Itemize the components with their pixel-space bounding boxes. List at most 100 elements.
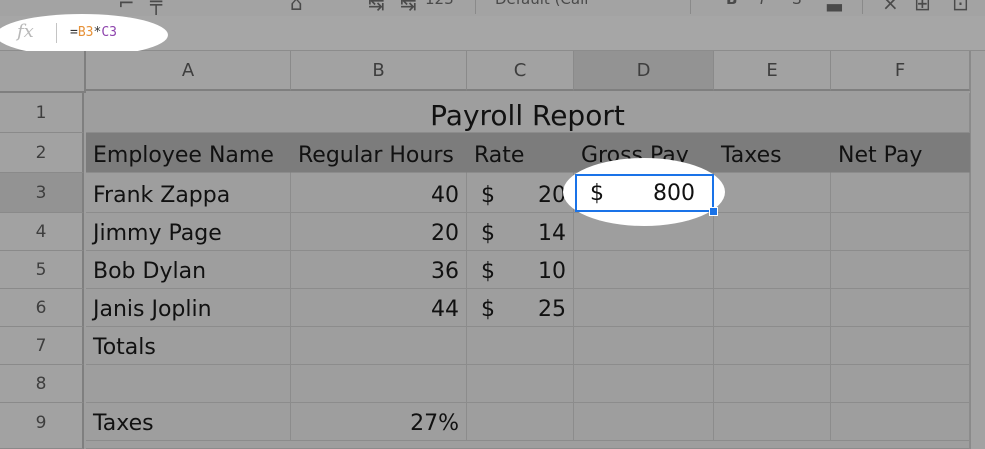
cell-b2[interactable]: Regular Hours <box>291 133 467 173</box>
header-taxes: Taxes <box>721 143 782 168</box>
text-color-icon[interactable]: ▬ <box>825 0 844 16</box>
cell-f3[interactable] <box>831 173 970 213</box>
row-header-4[interactable]: 4 <box>0 213 84 251</box>
percent-icon[interactable]: ⌂ <box>290 0 303 15</box>
cell-e9[interactable] <box>714 403 831 441</box>
borders-icon[interactable]: ⊞ <box>914 0 931 15</box>
rate-currency: $ <box>481 297 495 322</box>
rate-currency: $ <box>481 183 495 208</box>
column-header-b[interactable]: B <box>291 51 467 91</box>
toolbar: ⌐ ╤ ⌂ ˇ ↹ ↹ 123 Default (Cali B I S ▬ × … <box>0 0 985 16</box>
column-header-d[interactable]: D <box>574 51 714 91</box>
cell-a5[interactable]: Bob Dylan <box>86 251 291 289</box>
cell-b9[interactable]: 27% <box>291 403 467 441</box>
regular-hours: 40 <box>431 183 459 208</box>
cell-d5[interactable] <box>574 251 714 289</box>
cell-a3[interactable]: Frank Zappa <box>86 173 291 213</box>
row-header-9[interactable]: 9 <box>0 403 84 449</box>
cell-f6[interactable] <box>831 289 970 327</box>
header-employee-name: Employee Name <box>93 143 274 168</box>
cell-a8[interactable] <box>86 365 291 403</box>
cell-c6[interactable]: $25 <box>467 289 574 327</box>
formula-equals: = <box>70 25 78 40</box>
cell-e3[interactable] <box>714 173 831 213</box>
fx-icon: fx <box>17 21 34 42</box>
taxes-rate: 27% <box>410 411 459 436</box>
cell-a9[interactable]: Taxes <box>86 403 291 441</box>
employee-name: Jimmy Page <box>93 221 222 246</box>
cell-c3[interactable]: $20 <box>467 173 574 213</box>
cell-a7[interactable]: Totals <box>86 327 291 365</box>
merge-cells-icon[interactable]: ⊡ <box>952 0 969 15</box>
report-title: Payroll Report <box>430 99 625 132</box>
cell-d6[interactable] <box>574 289 714 327</box>
cell-f8[interactable] <box>831 365 970 403</box>
cell-d7[interactable] <box>574 327 714 365</box>
cell-e4[interactable] <box>714 213 831 251</box>
cell-f2[interactable]: Net Pay <box>831 133 970 173</box>
column-header-f[interactable]: F <box>831 51 970 91</box>
grid-right-edge <box>970 51 985 449</box>
bold-icon[interactable]: B <box>726 0 737 8</box>
rate-value: 10 <box>538 259 566 284</box>
cell-f7[interactable] <box>831 327 970 365</box>
cell-c9[interactable] <box>467 403 574 441</box>
italic-icon[interactable]: I <box>760 0 764 8</box>
row-header-8[interactable]: 8 <box>0 365 84 403</box>
regular-hours: 36 <box>431 259 459 284</box>
cell-b4[interactable]: 20 <box>291 213 467 251</box>
fill-color-icon[interactable]: × <box>882 0 899 15</box>
decimal-icon[interactable]: ˇ <box>335 0 345 15</box>
more-formats-label[interactable]: 123 <box>425 0 454 8</box>
cell-c8[interactable] <box>467 365 574 403</box>
column-header-e[interactable]: E <box>714 51 831 91</box>
cell-c2[interactable]: Rate <box>467 133 574 173</box>
column-header-a[interactable]: A <box>86 51 291 91</box>
cell-f9[interactable] <box>831 403 970 441</box>
increase-decimal-icon[interactable]: ↹ <box>400 0 417 15</box>
strikethrough-icon[interactable]: S <box>792 0 802 8</box>
row-header-5[interactable]: 5 <box>0 251 84 289</box>
row-header-1[interactable]: 1 <box>0 93 84 133</box>
cell-a4[interactable]: Jimmy Page <box>86 213 291 251</box>
taxes-label: Taxes <box>93 411 154 436</box>
cell-e7[interactable] <box>714 327 831 365</box>
cell-e8[interactable] <box>714 365 831 403</box>
row-10-partial[interactable] <box>86 441 970 449</box>
toolbar-separator <box>690 0 691 14</box>
print-icon[interactable]: ╤ <box>150 0 162 15</box>
cell-d8[interactable] <box>574 365 714 403</box>
cell-f4[interactable] <box>831 213 970 251</box>
cell-e5[interactable] <box>714 251 831 289</box>
font-name-select[interactable]: Default (Cali <box>495 0 588 8</box>
cell-c5[interactable]: $10 <box>467 251 574 289</box>
cell-f5[interactable] <box>831 251 970 289</box>
column-header-c[interactable]: C <box>467 51 574 91</box>
formula-input[interactable]: =B3*C3 <box>70 25 117 40</box>
cell-e2[interactable]: Taxes <box>714 133 831 173</box>
cell-d9[interactable] <box>574 403 714 441</box>
cell-c4[interactable]: $14 <box>467 213 574 251</box>
cell-a2[interactable]: Employee Name <box>86 133 291 173</box>
select-all-corner[interactable] <box>0 51 86 93</box>
cell-b3[interactable]: 40 <box>291 173 467 213</box>
fill-handle[interactable] <box>709 207 718 216</box>
employee-name: Bob Dylan <box>93 259 207 284</box>
decrease-decimal-icon[interactable]: ↹ <box>368 0 385 15</box>
row-header-3[interactable]: 3 <box>0 173 84 213</box>
cell-c7[interactable] <box>467 327 574 365</box>
cell-e6[interactable] <box>714 289 831 327</box>
employee-name: Janis Joplin <box>93 297 212 322</box>
row-header-6[interactable]: 6 <box>0 289 84 327</box>
paint-format-icon[interactable]: ⌐ <box>118 0 135 15</box>
totals-label: Totals <box>93 335 156 360</box>
cell-b6[interactable]: 44 <box>291 289 467 327</box>
cell-b7[interactable] <box>291 327 467 365</box>
cell-b5[interactable]: 36 <box>291 251 467 289</box>
row-header-2[interactable]: 2 <box>0 133 84 173</box>
gross-pay-value: 800 <box>653 181 695 206</box>
row-header-7[interactable]: 7 <box>0 327 84 365</box>
cell-b8[interactable] <box>291 365 467 403</box>
cell-a6[interactable]: Janis Joplin <box>86 289 291 327</box>
header-regular-hours: Regular Hours <box>298 143 454 168</box>
